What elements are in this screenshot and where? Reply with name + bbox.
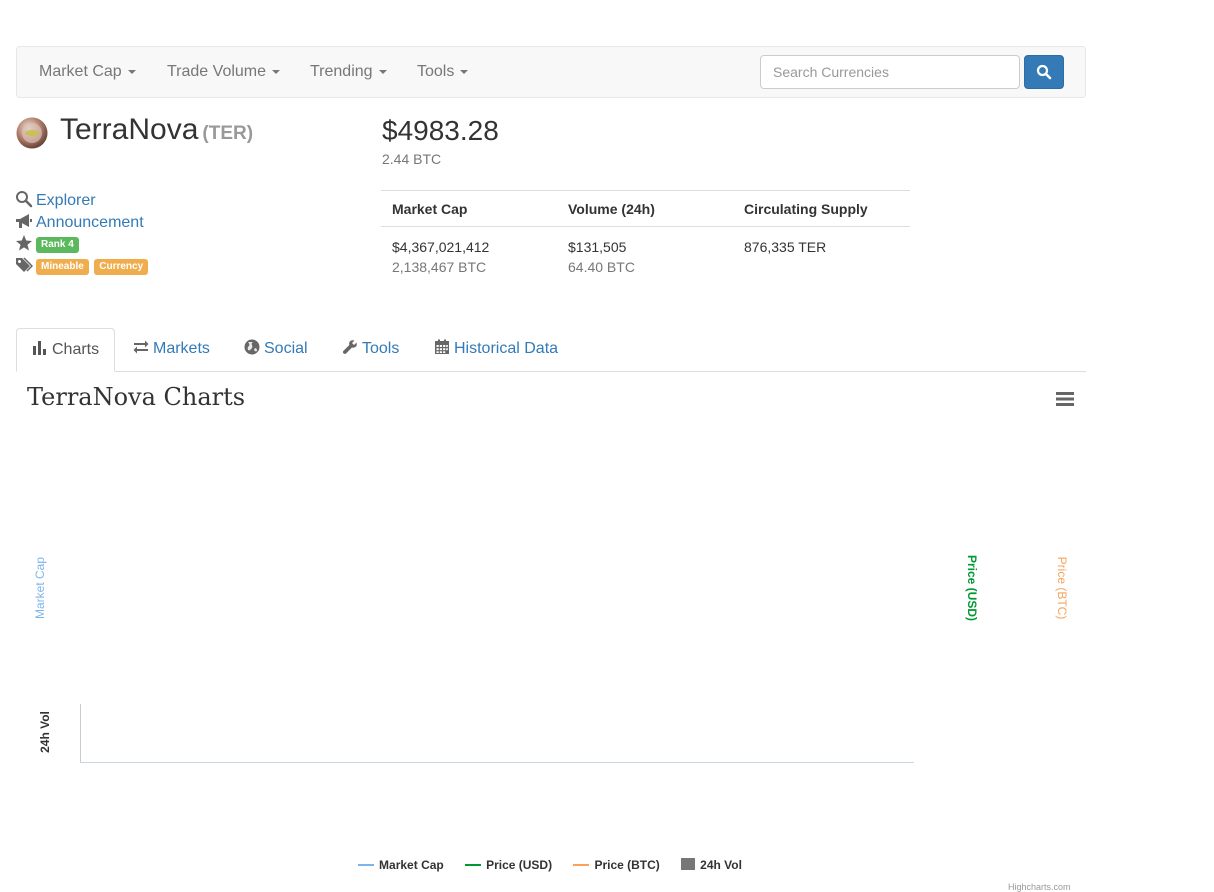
explorer-link-row: Explorer — [15, 190, 315, 212]
bullhorn-icon — [16, 214, 32, 228]
price-usd: $4983.28 — [382, 115, 499, 146]
search-icon — [1036, 64, 1052, 80]
bar-chart-icon — [33, 341, 46, 355]
highcharts-credits-link[interactable]: Highcharts.com — [1008, 882, 1071, 892]
coin-links: Explorer Announcement Rank 4 Mineable Cu… — [15, 190, 315, 278]
coin-title: TerraNova (TER) — [60, 113, 253, 147]
nav-item-label: Tools — [417, 63, 455, 80]
coin-stats-table: Market Cap Volume (24h) Circulating Supp… — [381, 190, 910, 287]
nav-item-label: Trending — [310, 63, 373, 80]
search-button[interactable] — [1024, 55, 1064, 89]
tab-historical-data[interactable]: Historical Data — [434, 328, 558, 372]
tags-row: Mineable Currency — [15, 256, 315, 278]
legend-item-market-cap[interactable]: Market Cap — [358, 858, 444, 872]
exchange-icon — [133, 340, 149, 354]
coin-name: TerraNova — [60, 113, 199, 146]
search-currencies-input[interactable] — [760, 55, 1020, 89]
chart-title: TerraNova Charts — [27, 383, 246, 411]
price-btc: 2.44 BTC — [382, 151, 442, 167]
legend-symbol — [358, 864, 375, 866]
tab-markets[interactable]: Markets — [133, 328, 210, 372]
globe-icon — [244, 339, 260, 355]
stats-header-volume: Volume (24h) — [568, 201, 655, 217]
tab-label: Tools — [362, 340, 400, 357]
tab-label: Social — [264, 340, 308, 357]
star-icon — [16, 235, 32, 251]
legend-item-price-usd[interactable]: Price (USD) — [465, 858, 552, 872]
market-cap-btc: 2,138,467 BTC — [392, 259, 487, 275]
stats-header-row: Market Cap Volume (24h) Circulating Supp… — [381, 191, 910, 227]
supply-cell: 876,335 TER — [744, 237, 826, 257]
market-cap-cell: $4,367,021,412 2,138,467 BTC — [392, 237, 489, 277]
legend-symbol — [573, 864, 590, 866]
tags-icon — [16, 257, 33, 272]
legend-label: 24h Vol — [700, 858, 742, 872]
section-tabs: Charts Markets Social Tools Historical D… — [16, 328, 1086, 372]
legend-item-24h-vol[interactable]: 24h Vol — [681, 858, 742, 872]
chart-legend: Market Cap Price (USD) Price (BTC) 24h V… — [0, 858, 1100, 872]
volume-usd: $131,505 — [568, 239, 627, 255]
circulating-supply: 876,335 TER — [744, 239, 827, 255]
nav-tools-dropdown[interactable]: Tools — [417, 47, 469, 97]
nav-item-label: Trade Volume — [167, 63, 267, 80]
caret-down-icon — [272, 69, 281, 74]
announcement-link[interactable]: Announcement — [36, 214, 144, 231]
tab-label: Charts — [52, 341, 100, 358]
axis-title-price-btc: Price (BTC) — [1055, 556, 1069, 620]
volume-btc: 64.40 BTC — [568, 259, 635, 275]
caret-down-icon — [460, 69, 469, 74]
nav-market-cap-dropdown[interactable]: Market Cap — [39, 47, 136, 97]
axis-title-24h-vol: 24h Vol — [38, 711, 52, 753]
tab-label: Historical Data — [454, 340, 559, 357]
stats-header-market-cap: Market Cap — [392, 201, 468, 217]
chart-context-menu-icon[interactable] — [1054, 390, 1076, 408]
explorer-link[interactable]: Explorer — [36, 192, 96, 209]
tab-charts[interactable]: Charts — [16, 328, 116, 372]
nav-item-label: Market Cap — [39, 63, 122, 80]
legend-symbol — [465, 864, 482, 866]
coin-logo — [16, 117, 48, 149]
stats-header-supply: Circulating Supply — [744, 201, 868, 217]
tab-label: Markets — [153, 340, 210, 357]
search-icon — [16, 191, 33, 208]
coin-symbol: (TER) — [202, 123, 254, 144]
stats-value-row: $4,367,021,412 2,138,467 BTC $131,505 64… — [381, 227, 910, 287]
nav-trending-dropdown[interactable]: Trending — [310, 47, 387, 97]
tab-social[interactable]: Social — [244, 328, 308, 372]
chart-plot-area — [80, 704, 914, 763]
rank-badge: Rank 4 — [36, 237, 79, 253]
tag-badge-currency: Currency — [94, 259, 149, 275]
caret-down-icon — [378, 69, 387, 74]
nav-trade-volume-dropdown[interactable]: Trade Volume — [167, 47, 281, 97]
legend-label: Price (BTC) — [594, 858, 660, 872]
axis-title-price-usd: Price (USD) — [965, 554, 979, 622]
axis-title-market-cap: Market Cap — [33, 556, 47, 620]
rank-row: Rank 4 — [15, 234, 315, 256]
wrench-icon — [342, 340, 357, 354]
legend-item-price-btc[interactable]: Price (BTC) — [573, 858, 660, 872]
top-navbar: Market Cap Trade Volume Trending Tools — [16, 46, 1086, 98]
market-cap-usd: $4,367,021,412 — [392, 239, 490, 255]
legend-label: Price (USD) — [486, 858, 553, 872]
tab-tools[interactable]: Tools — [342, 328, 399, 372]
legend-symbol — [681, 858, 696, 870]
calendar-icon — [435, 339, 449, 354]
caret-down-icon — [127, 69, 136, 74]
tag-badge-mineable: Mineable — [36, 259, 89, 275]
announcement-link-row: Announcement — [15, 212, 315, 234]
legend-label: Market Cap — [379, 858, 444, 872]
volume-cell: $131,505 64.40 BTC — [568, 237, 635, 277]
